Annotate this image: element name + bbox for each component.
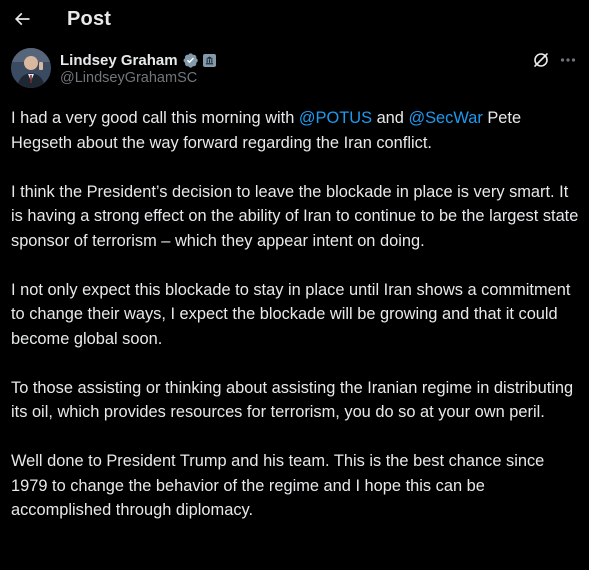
post-paragraph: I think the President’s decision to leav… [11,182,579,250]
more-options-icon [560,58,576,62]
government-badge-icon[interactable] [202,53,216,67]
post-paragraph: To those assisting or thinking about ass… [11,378,574,422]
post-header: Post [0,0,589,40]
grok-button[interactable] [531,50,551,70]
post-text-segment: I had a very good call this morning with [11,109,299,127]
back-button[interactable] [10,5,34,33]
post-paragraph: I not only expect this blockade to stay … [11,280,571,348]
author-handle[interactable]: @LindseyGrahamSC [60,70,197,86]
post-paragraph: Well done to President Trump and his tea… [11,452,545,519]
author-display-name[interactable]: Lindsey Graham [60,52,178,69]
page-title: Post [67,8,112,30]
grok-icon [534,53,548,67]
mention-secwar-link[interactable]: @SecWar [408,109,482,127]
verified-badge-icon[interactable] [182,52,199,69]
post-text-segment: and [372,109,409,127]
arrow-left-icon [14,12,30,26]
author-row: Lindsey Graham @LindseyGrahamSC [0,45,589,95]
post-paragraph: I had a very good call this morning with… [11,106,579,155]
more-options-button[interactable] [558,50,578,70]
mention-potus-link[interactable]: @POTUS [299,109,372,127]
post-text: I had a very good call this morning with… [11,106,579,547]
author-name-line: Lindsey Graham [60,50,216,70]
avatar[interactable] [11,48,51,88]
